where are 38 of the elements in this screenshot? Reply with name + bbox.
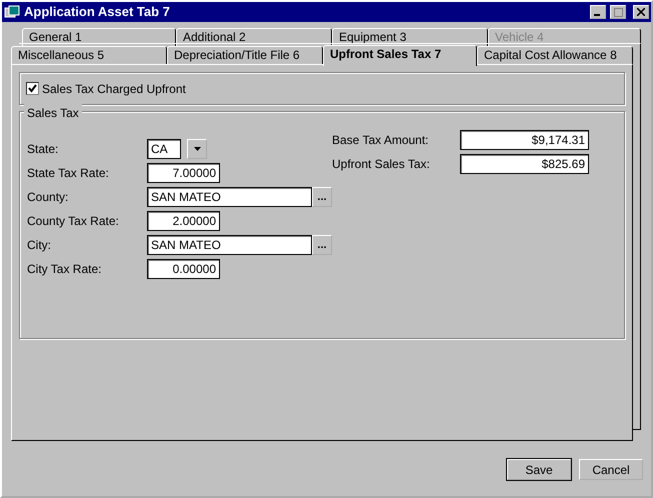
field-label: City Tax Rate:	[27, 261, 102, 278]
maximize-button[interactable]	[610, 5, 626, 19]
rate-field[interactable]: 0.00000	[147, 259, 220, 279]
tab[interactable]: Upfront Sales Tax 7	[323, 45, 477, 66]
tab[interactable]: Capital Cost Allowance 8	[477, 46, 633, 64]
amount-label: Base Tax Amount:	[332, 132, 430, 149]
down-arrow-icon	[194, 147, 200, 152]
field-label: City:	[27, 237, 52, 254]
lookup-button[interactable]: ...	[312, 235, 332, 255]
amount-field[interactable]: $825.69	[460, 154, 589, 174]
lookup-button[interactable]: ...	[312, 187, 332, 207]
lookup-field[interactable]: SAN MATEO	[147, 187, 312, 207]
close-icon	[637, 8, 645, 16]
field-label: County Tax Rate:	[27, 213, 120, 230]
check-icon	[28, 84, 37, 93]
close-button[interactable]	[633, 5, 649, 19]
checkbox-label[interactable]: Sales Tax Charged Upfront	[42, 80, 186, 98]
tab[interactable]: Miscellaneous 5	[11, 46, 167, 64]
rate-field[interactable]: 2.00000	[147, 211, 220, 231]
minimize-button[interactable]	[590, 5, 606, 19]
tab[interactable]: General 1	[22, 28, 176, 46]
field-label: State Tax Rate:	[27, 165, 110, 182]
tab[interactable]: Depreciation/Title File 6	[167, 46, 323, 64]
rate-field[interactable]: 7.00000	[147, 163, 220, 183]
dialog-button[interactable]: Cancel	[579, 459, 643, 480]
dialog-button[interactable]: Save	[507, 459, 571, 480]
lookup-field[interactable]: SAN MATEO	[147, 235, 312, 255]
state-dropdown[interactable]: CA	[147, 139, 181, 159]
tab[interactable]: Additional 2	[176, 28, 332, 46]
window-title: Application Asset Tab 7	[24, 3, 171, 22]
field-label: State:	[27, 141, 60, 158]
maximize-icon	[614, 8, 622, 16]
amount-field[interactable]: $9,174.31	[460, 130, 589, 150]
dropdown-button[interactable]	[187, 139, 207, 159]
checkbox[interactable]	[26, 82, 39, 95]
app-icon	[4, 5, 20, 19]
amount-label: Upfront Sales Tax:	[332, 156, 431, 173]
field-label: County:	[27, 189, 70, 206]
